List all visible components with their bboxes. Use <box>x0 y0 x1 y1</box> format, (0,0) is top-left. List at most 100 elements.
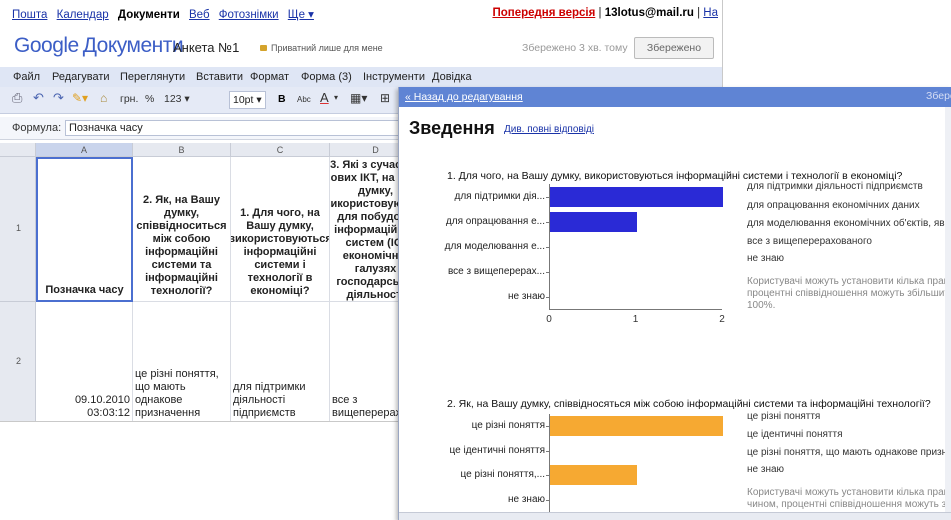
q2-legend-item: це різні поняття, що мають однакове приз… <box>747 447 951 458</box>
vertical-scrollbar[interactable] <box>945 107 951 512</box>
previous-version-link[interactable]: Попередня версія <box>492 7 595 19</box>
q1-category-tick <box>546 296 549 298</box>
privacy-status[interactable]: Приватний лише для мене <box>260 43 383 53</box>
q1-category-tick <box>546 221 549 223</box>
nav-link-calendar[interactable]: Календар <box>57 9 109 21</box>
cell-b2[interactable]: це різні поняття, що мають однакове приз… <box>133 302 231 421</box>
formula-label: Формула: <box>12 122 62 134</box>
privacy-label: Приватний лише для мене <box>271 43 383 53</box>
google-top-bar: Пошта Календар Документи Веб Фотознімки … <box>0 0 722 26</box>
nav-link-mail[interactable]: Пошта <box>12 9 47 21</box>
logo-google: Google <box>14 34 79 57</box>
nav-link-web[interactable]: Веб <box>189 9 210 21</box>
menu-tools[interactable]: Інструменти <box>363 71 425 83</box>
q2-category-label: це різні поняття <box>471 420 545 432</box>
nav-link-more[interactable]: Ще ▾ <box>288 9 314 21</box>
q1-category-tick <box>546 196 549 198</box>
q2-category-tick <box>546 499 549 501</box>
menu-file[interactable]: Файл <box>13 71 40 83</box>
cell-a2-text: 09.10.2010 03:03:12 <box>74 394 130 419</box>
corner-cell[interactable] <box>0 143 36 157</box>
row-header-1[interactable]: 1 <box>0 157 36 302</box>
separator: | <box>697 7 701 19</box>
percent-button[interactable]: % <box>145 93 154 105</box>
back-to-edit-link[interactable]: « Назад до редагування <box>405 91 523 103</box>
cell-c2-text: для підтримки діяльності підприємств <box>233 381 306 419</box>
q2-legend-item: не знаю <box>747 464 785 475</box>
nav-link-documents[interactable]: Документи <box>118 9 180 21</box>
horizontal-scrollbar[interactable] <box>399 512 951 520</box>
saved-button[interactable]: Збережено <box>634 37 714 59</box>
column-header-c[interactable]: C <box>231 143 330 157</box>
q1-category-tick <box>546 271 549 273</box>
clear-format-icon[interactable]: ⌂ <box>100 91 107 105</box>
google-docs-logo[interactable]: Google Документи <box>14 34 184 58</box>
separator: | <box>598 7 602 19</box>
text-color-dropdown-icon[interactable]: ▾ <box>334 93 338 102</box>
cell-a2[interactable]: 09.10.2010 03:03:12 <box>36 302 133 421</box>
account-bar: Попередня версія | 13lotus@mail.ru | На <box>492 7 718 19</box>
q1-legend-item: для моделювання економічних об'єктів, яв… <box>747 218 951 229</box>
q1-category-label: все з вищеперерах... <box>447 265 545 277</box>
title-row: Google Документи Анкета №1 Приватний лише… <box>0 32 722 62</box>
column-header-a[interactable]: A <box>36 143 133 157</box>
menu-bar: Файл Редагувати Переглянути Вставити Фор… <box>0 67 722 87</box>
redo-icon[interactable]: ↷ <box>53 90 64 106</box>
q2-legend-item: це різні поняття <box>747 411 821 422</box>
row-header-2[interactable]: 2 <box>0 302 36 421</box>
menu-help[interactable]: Довідка <box>432 71 472 83</box>
menu-format[interactable]: Формат <box>250 71 289 83</box>
lock-icon <box>260 45 267 51</box>
column-header-b[interactable]: B <box>133 143 231 157</box>
cell-c1[interactable]: 1. Для чого, на Вашу думку, використовую… <box>231 157 330 302</box>
cell-a1-text: Позначка часу <box>45 284 124 296</box>
fill-color-icon[interactable]: ▦▾ <box>350 91 367 105</box>
summary-window: « Назад до редагування Збережено Зведенн… <box>398 87 951 520</box>
paint-format-icon[interactable]: ✎▾ <box>72 91 88 105</box>
borders-icon[interactable]: ⊞ <box>380 91 390 105</box>
menu-insert[interactable]: Вставити <box>196 71 243 83</box>
document-title[interactable]: Анкета №1 <box>173 40 239 55</box>
nav-link-photos[interactable]: Фотознімки <box>219 9 279 21</box>
q2-category-tick <box>546 475 549 477</box>
cell-b2-text: це різні поняття, що мають однакове приз… <box>135 368 219 419</box>
text-color-button[interactable]: A <box>320 90 329 105</box>
q1-x-tick-label: 2 <box>719 314 725 325</box>
q2-note: Користувачі можуть установити кілька пра… <box>747 487 951 510</box>
last-saved-text: Збережено 3 хв. тому <box>522 42 628 54</box>
top-nav: Пошта Календар Документи Веб Фотознімки … <box>12 7 320 21</box>
cell-b1[interactable]: 2. Як, на Вашу думку, співвідноситься мі… <box>133 157 231 302</box>
cell-a1[interactable]: Позначка часу <box>36 157 133 302</box>
summary-header-bar: « Назад до редагування Збережено <box>399 87 951 107</box>
q1-x-tick-label: 0 <box>546 314 552 325</box>
q1-legend-item: не знаю <box>747 253 785 264</box>
q1-legend-item: все з вищеперерахованого <box>747 236 872 247</box>
q2-category-label: це різні поняття,... <box>460 469 545 481</box>
cell-c2[interactable]: для підтримки діяльності підприємств <box>231 302 330 421</box>
strikethrough-button[interactable]: Abc <box>297 95 311 104</box>
menu-form[interactable]: Форма (3) <box>301 71 352 83</box>
q1-bar <box>550 186 723 207</box>
font-size-dropdown[interactable]: 10pt ▾ <box>229 91 266 109</box>
account-email: 13lotus@mail.ru <box>604 7 694 19</box>
q1-bar <box>550 211 637 232</box>
q1-legend-item: для опрацювання економічних даних <box>747 200 920 211</box>
q1-category-label: для моделювання е... <box>444 240 545 252</box>
settings-link[interactable]: На <box>703 7 718 19</box>
q2-category-label: це ідентичні поняття <box>449 444 545 456</box>
q2-bar <box>550 416 723 437</box>
print-icon[interactable]: ⎙ <box>12 90 22 106</box>
bold-button[interactable]: B <box>278 93 286 105</box>
currency-button[interactable]: грн. <box>120 93 138 105</box>
q1-category-label: не знаю <box>507 290 545 302</box>
menu-edit[interactable]: Редагувати <box>52 71 110 83</box>
cell-b1-text: 2. Як, на Вашу думку, співвідноситься мі… <box>136 194 227 297</box>
number-format-dropdown[interactable]: 123 ▾ <box>164 93 190 105</box>
q2-category-label: не знаю <box>507 493 545 505</box>
menu-view[interactable]: Переглянути <box>120 71 185 83</box>
q1-note: Користувачі можуть установити кілька пра… <box>747 276 951 311</box>
formula-input[interactable]: Позначка часу <box>65 120 410 136</box>
q1-category-tick <box>546 246 549 248</box>
all-answers-link[interactable]: Див. повні відповіді <box>504 124 594 135</box>
undo-icon[interactable]: ↶ <box>33 90 44 106</box>
